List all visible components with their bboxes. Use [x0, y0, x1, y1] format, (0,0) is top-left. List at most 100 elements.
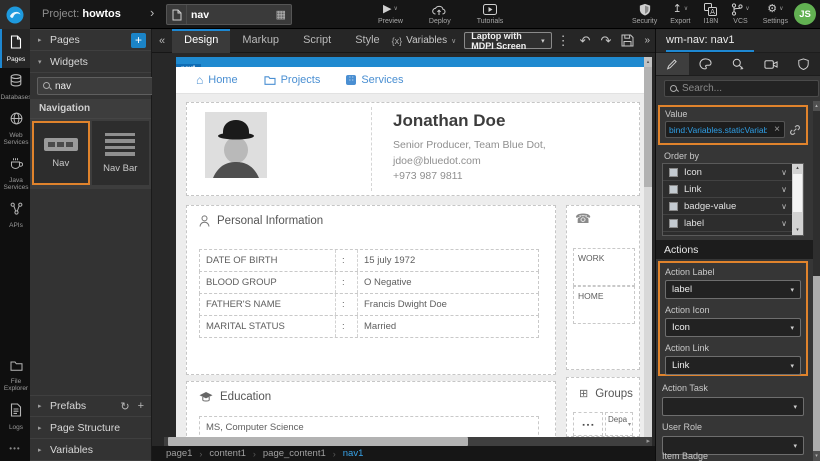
undo-button[interactable]: ↶	[575, 33, 596, 49]
breadcrumb-item[interactable]: page_content1	[263, 448, 326, 459]
prefabs-section-header[interactable]: ▸ Prefabs ↻+	[30, 395, 151, 417]
checkbox[interactable]	[669, 185, 678, 194]
nav-item-services[interactable]: ∷ Services	[346, 74, 403, 86]
nav-item-projects[interactable]: Projects	[264, 74, 321, 86]
table-row[interactable]: MARITAL STATUS : Married	[199, 315, 539, 338]
more-options-icon[interactable]: ⋮	[552, 33, 575, 49]
widgets-section-header[interactable]: ▾ Widgets	[30, 51, 151, 73]
contact-work-cell[interactable]: WORK	[573, 248, 635, 286]
education-card[interactable]: Education MS, Computer Science	[186, 381, 556, 437]
panel-scrollbar[interactable]: ▴ ▾	[813, 101, 820, 461]
order-by-item[interactable]: Icon ∨	[663, 164, 803, 181]
device-selector[interactable]: Laptop with MDPI Screen ▾	[464, 32, 551, 49]
widget-card-nav[interactable]: Nav	[32, 121, 90, 185]
property-search-box[interactable]	[664, 80, 819, 97]
deploy-button[interactable]: Deploy	[429, 3, 451, 25]
sidebar-item-apis[interactable]: APIs	[0, 196, 30, 234]
scroll-right-icon[interactable]: ▸	[646, 437, 650, 446]
scroll-up-icon[interactable]: ▴	[644, 57, 652, 67]
education-item[interactable]: MS, Computer Science	[199, 416, 539, 437]
sidebar-item-file-explorer[interactable]: File Explorer	[0, 352, 30, 397]
variables-dropdown[interactable]: {x} Variables ∨	[392, 35, 457, 46]
redo-button[interactable]: ↷	[596, 33, 617, 49]
scroll-down-icon[interactable]: ▾	[792, 226, 803, 235]
i18n-button[interactable]: A I18N	[704, 3, 719, 25]
order-by-item[interactable]: badge-value ∨	[663, 198, 803, 215]
widget-card-navbar[interactable]: Nav Bar	[92, 121, 149, 185]
profile-photo[interactable]	[205, 112, 267, 178]
tab-script[interactable]: Script	[291, 29, 343, 53]
checkbox[interactable]	[669, 202, 678, 211]
canvas-vertical-scrollbar[interactable]: ▴	[644, 57, 652, 437]
checkbox[interactable]	[669, 219, 678, 228]
pages-section-header[interactable]: ▸ Pages +	[30, 29, 151, 51]
profile-email[interactable]: jdoe@bluedot.com	[393, 155, 481, 167]
tab-device[interactable]	[754, 53, 787, 75]
grid-icon[interactable]: ▦	[276, 8, 286, 21]
bind-link-icon[interactable]	[789, 124, 801, 136]
sidebar-more-button[interactable]: •••	[0, 436, 30, 461]
canvas-horizontal-scrollbar[interactable]: ▸	[164, 437, 652, 446]
checkbox[interactable]	[669, 168, 678, 177]
personal-info-card[interactable]: Personal Information DATE OF BIRTH : 15 …	[186, 205, 556, 375]
table-row[interactable]: FATHER'S NAME : Francis Dwight Doe	[199, 293, 539, 316]
export-button[interactable]: ↥∨ Export	[670, 3, 690, 25]
scroll-up-icon[interactable]: ▴	[792, 164, 803, 173]
variables-section-header[interactable]: ▸ Variables	[30, 439, 151, 461]
scrollbar-thumb[interactable]	[793, 174, 802, 212]
page-search-input[interactable]	[187, 9, 276, 21]
add-prefab-icon[interactable]: +	[138, 400, 144, 413]
page-structure-section-header[interactable]: ▸ Page Structure	[30, 417, 151, 439]
security-button[interactable]: Security	[632, 3, 657, 25]
sidebar-item-pages[interactable]: Pages	[0, 29, 30, 68]
groups-card[interactable]: ⊞ Groups ▪ ▪ ▪ Depa ▾	[566, 377, 640, 437]
tab-inspect[interactable]	[722, 53, 755, 75]
preview-button[interactable]: ▶∨ Preview	[378, 3, 403, 25]
order-by-item[interactable]: Link ∨	[663, 181, 803, 198]
table-row[interactable]: DATE OF BIRTH : 15 july 1972	[199, 249, 539, 272]
page-switcher[interactable]: ▦	[166, 4, 292, 25]
tab-security[interactable]	[787, 53, 820, 75]
order-by-item[interactable]: label ∨	[663, 215, 803, 232]
scrollbar-thumb[interactable]	[644, 67, 652, 187]
sidebar-item-databases[interactable]: Databases	[0, 68, 30, 106]
settings-button[interactable]: ⚙∨ Settings	[763, 3, 788, 25]
clear-binding-icon[interactable]: ×	[774, 124, 780, 135]
personal-info-header[interactable]: Personal Information	[199, 215, 323, 227]
groups-header[interactable]: ⊞ Groups	[579, 387, 633, 400]
value-binding-input[interactable]	[666, 125, 770, 135]
refresh-icon[interactable]: ↻	[120, 400, 129, 413]
save-button[interactable]	[616, 34, 639, 47]
tab-markup[interactable]: Markup	[230, 29, 291, 53]
action-task-select[interactable]: ▾	[662, 397, 804, 416]
profile-name[interactable]: Jonathan Doe	[393, 111, 505, 131]
scroll-down-icon[interactable]: ▾	[813, 451, 820, 461]
table-row[interactable]: BLOOD GROUP : O Negative	[199, 271, 539, 294]
sidebar-item-java-services[interactable]: Java Services	[0, 151, 30, 196]
nav-item-home[interactable]: ⌂ Home	[196, 74, 238, 86]
tab-design[interactable]: Design	[172, 29, 230, 53]
user-avatar[interactable]: JS	[794, 3, 816, 25]
profile-card[interactable]: Jonathan Doe Senior Producer, Team Blue …	[186, 102, 640, 196]
group-dots-cell[interactable]: ▪ ▪ ▪	[573, 412, 603, 436]
vcs-button[interactable]: ∨ VCS	[731, 3, 749, 25]
collapse-panel-icon[interactable]: «	[152, 35, 172, 47]
scroll-up-icon[interactable]: ▴	[813, 101, 820, 111]
action-link-select[interactable]: Link ▾	[665, 356, 801, 375]
app-logo[interactable]	[0, 0, 30, 29]
action-icon-select[interactable]: Icon ▾	[665, 318, 801, 337]
breadcrumb-item-selected[interactable]: nav1	[343, 448, 364, 459]
education-header[interactable]: Education	[199, 391, 271, 403]
contact-card[interactable]: ☎ WORK HOME	[566, 205, 640, 370]
tutorials-button[interactable]: Tutorials	[477, 3, 504, 25]
expand-panel-icon[interactable]: »	[639, 35, 655, 46]
sidebar-item-web-services[interactable]: Web Services	[0, 106, 30, 151]
scrollbar-thumb[interactable]	[813, 276, 820, 456]
breadcrumb-item[interactable]: page1	[166, 448, 192, 459]
breadcrumb-item[interactable]: content1	[209, 448, 245, 459]
action-label-select[interactable]: label ▾	[665, 280, 801, 299]
tab-styles[interactable]	[689, 53, 722, 75]
scrollbar-thumb[interactable]	[168, 437, 468, 446]
profile-role[interactable]: Senior Producer, Team Blue Dot,	[393, 139, 546, 151]
add-page-button[interactable]: +	[131, 33, 146, 48]
